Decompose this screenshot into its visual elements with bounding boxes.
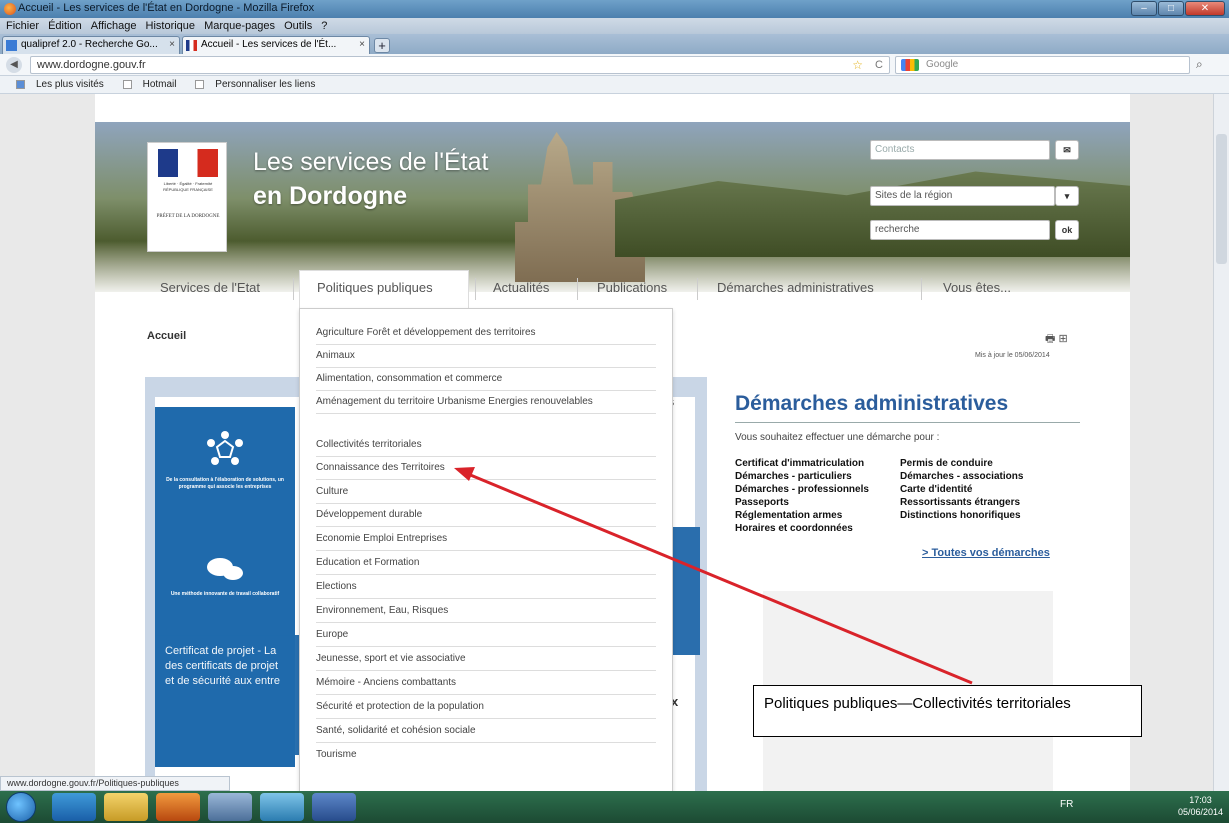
annotation-arrow-line bbox=[467, 472, 973, 685]
annotation-arrow-head bbox=[454, 467, 475, 481]
windows-taskbar: FR 17:03 05/06/2014 bbox=[0, 791, 1229, 823]
ie-icon[interactable] bbox=[52, 793, 96, 821]
annotation-box: Politiques publiques—Collectivités terri… bbox=[753, 685, 1142, 737]
explorer-icon[interactable] bbox=[104, 793, 148, 821]
clock-time: 17:03 bbox=[1189, 795, 1212, 805]
language-indicator[interactable]: FR bbox=[1060, 799, 1073, 810]
word-icon[interactable] bbox=[312, 793, 356, 821]
taskbar-clock[interactable]: 17:03 05/06/2014 bbox=[1178, 794, 1223, 818]
firefox-taskbar-icon[interactable] bbox=[156, 793, 200, 821]
status-bar: www.dordogne.gouv.fr/Politiques-publique… bbox=[0, 776, 230, 791]
clock-date: 05/06/2014 bbox=[1178, 807, 1224, 817]
start-button-icon[interactable] bbox=[6, 792, 36, 822]
app-icon[interactable] bbox=[208, 793, 252, 821]
app-icon[interactable] bbox=[260, 793, 304, 821]
